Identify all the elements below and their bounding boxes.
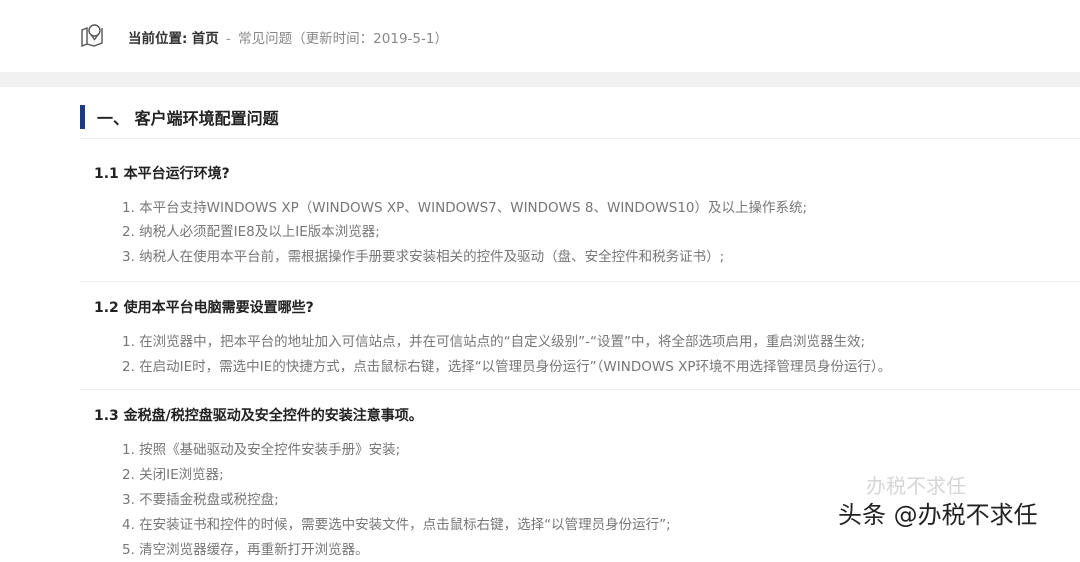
faq-answer-line: 3. 不要插金税盘或税控盘; xyxy=(122,492,279,508)
watermark: 头条 @办税不求任 xyxy=(838,501,1038,529)
breadcrumb: 当前位置: 首页 - 常见问题（更新时间：2019-5-1） xyxy=(128,27,448,47)
section-accent-bar xyxy=(80,105,85,129)
faq-question: 1.2 使用本平台电脑需要设置哪些? xyxy=(94,300,314,316)
breadcrumb-current: 常见问题（更新时间：2019-5-1） xyxy=(238,31,448,47)
faq-answer-line: 1. 按照《基础驱动及安全控件安装手册》安装; xyxy=(122,442,401,458)
breadcrumb-home-link[interactable]: 首页 xyxy=(192,31,219,47)
breadcrumb-separator: - xyxy=(226,31,231,47)
section-header: 一、 客户端环境配置问题 xyxy=(80,104,279,130)
header-divider-band xyxy=(0,72,1080,87)
faq-divider xyxy=(80,389,1080,390)
faq-answer-line: 4. 在安装证书和控件的时候，需要选中安装文件，点击鼠标右键，选择“以管理员身份… xyxy=(122,517,671,533)
faq-answer-line: 2. 在启动IE时，需选中IE的快捷方式，点击鼠标右键，选择“以管理员身份运行”… xyxy=(122,359,892,375)
map-pin-icon xyxy=(81,24,103,48)
faq-answer-line: 1. 在浏览器中，把本平台的地址加入可信站点，并在可信站点的“自定义级别”-“设… xyxy=(122,334,866,350)
section-underline xyxy=(80,138,1080,139)
breadcrumb-label: 当前位置: xyxy=(128,31,188,47)
faq-answer-line: 5. 清空浏览器缓存，再重新打开浏览器。 xyxy=(122,542,369,558)
section-title: 一、 客户端环境配置问题 xyxy=(97,109,279,128)
breadcrumb-bar: 当前位置: 首页 - 常见问题（更新时间：2019-5-1） xyxy=(0,0,1080,72)
faq-answer-line: 1. 本平台支持WINDOWS XP（WINDOWS XP、WINDOWS7、W… xyxy=(122,200,808,216)
faq-question: 1.3 金税盘/税控盘驱动及安全控件的安装注意事项。 xyxy=(94,408,423,424)
faq-answer-line: 3. 纳税人在使用本平台前，需根据操作手册要求安装相关的控件及驱动（盘、安全控件… xyxy=(122,249,725,265)
faq-question: 1.1 本平台运行环境? xyxy=(94,166,230,182)
faq-answer-line: 2. 纳税人必须配置IE8及以上IE版本浏览器; xyxy=(122,224,380,240)
faq-answer-line: 2. 关闭IE浏览器; xyxy=(122,467,224,483)
faq-divider xyxy=(80,281,1080,282)
